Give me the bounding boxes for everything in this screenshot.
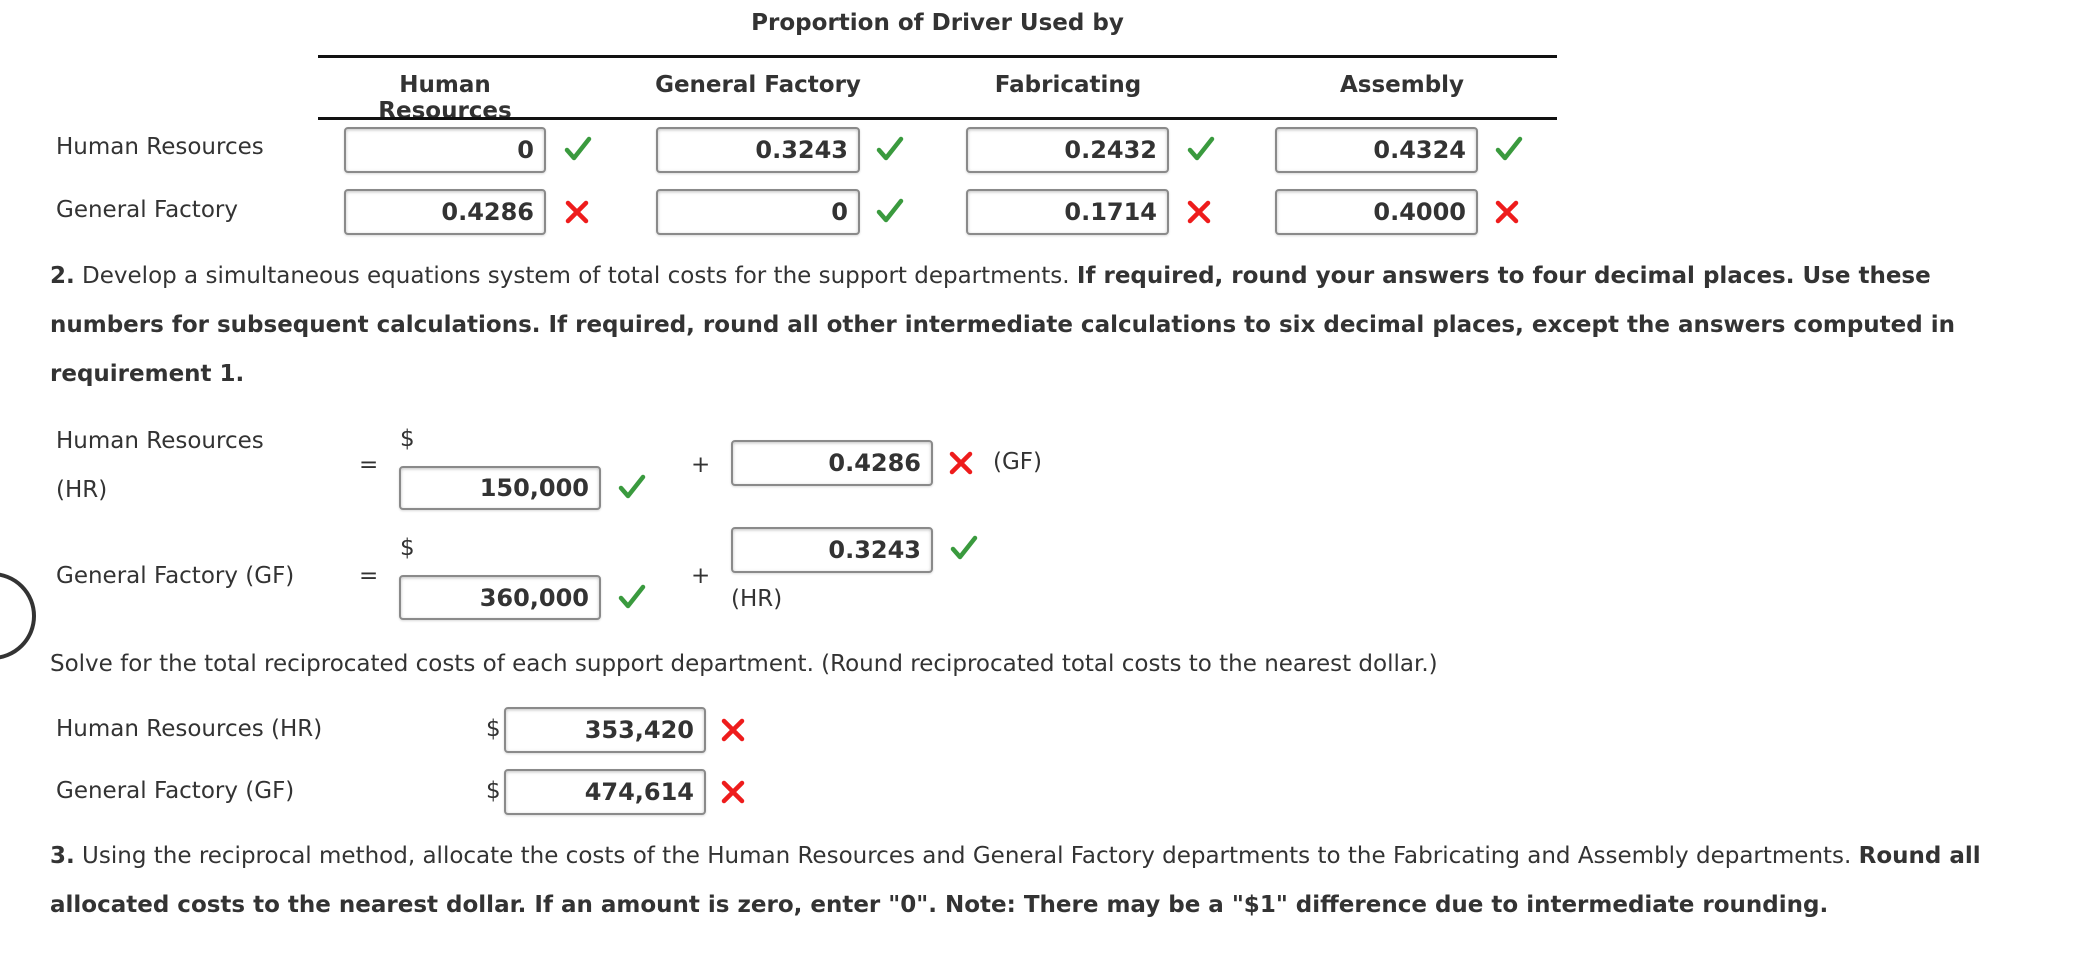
incorrect-x-icon (721, 718, 745, 742)
correct-check-icon (876, 136, 904, 161)
hr-to-fabricating-input[interactable]: 0.2432 (966, 127, 1169, 173)
incorrect-x-icon (565, 200, 589, 224)
variable-gf-label: (GF) (993, 449, 1042, 475)
gf-to-gf-input[interactable]: 0 (656, 189, 860, 235)
hr-direct-cost-input[interactable]: 150,000 (399, 466, 601, 510)
circle-marker (0, 572, 36, 660)
incorrect-x-icon (1495, 200, 1519, 224)
variable-hr-label: (HR) (731, 586, 783, 612)
equals-sign: = (359, 563, 379, 589)
hr-to-gf-input[interactable]: 0.3243 (656, 127, 860, 173)
gf-hr-coefficient-input[interactable]: 0.3243 (731, 527, 933, 573)
equation-hr-label-line1: Human Resources (56, 428, 264, 454)
gf-to-fabricating-input[interactable]: 0.1714 (966, 189, 1169, 235)
hr-reciprocated-cost-input[interactable]: 353,420 (504, 707, 706, 753)
correct-check-icon (1495, 136, 1523, 161)
correct-check-icon (618, 474, 646, 499)
section-3-number: 3. (50, 843, 75, 869)
currency-symbol: $ (486, 716, 501, 742)
plus-sign: + (691, 563, 711, 589)
currency-symbol: $ (400, 426, 415, 452)
row-label-general-factory: General Factory (56, 197, 238, 223)
equals-sign: = (359, 452, 379, 478)
section-3-text: Using the reciprocal method, allocate th… (74, 843, 1859, 869)
column-header-fabricating: Fabricating (994, 72, 1142, 98)
section-2-instructions: 2. Develop a simultaneous equations syst… (50, 252, 2080, 399)
table-top-rule (318, 55, 1557, 58)
plus-sign: + (691, 452, 711, 478)
solution-gf-label: General Factory (GF) (56, 778, 295, 804)
solve-instructions: Solve for the total reciprocated costs o… (50, 651, 1438, 677)
gf-to-hr-input[interactable]: 0.4286 (344, 189, 546, 235)
incorrect-x-icon (721, 780, 745, 804)
currency-symbol: $ (486, 778, 501, 804)
correct-check-icon (618, 584, 646, 609)
gf-direct-cost-input[interactable]: 360,000 (399, 575, 601, 620)
equation-hr-label-line2: (HR) (56, 477, 108, 503)
hr-to-hr-input[interactable]: 0 (344, 127, 546, 173)
hr-to-assembly-input[interactable]: 0.4324 (1275, 127, 1478, 173)
incorrect-x-icon (1187, 200, 1211, 224)
section-3-bold-1: Round all (1858, 843, 1981, 869)
column-header-assembly: Assembly (1339, 72, 1465, 98)
section-3-bold-2: allocated costs to the nearest dollar. I… (50, 892, 1829, 918)
table-title: Proportion of Driver Used by (751, 10, 1124, 36)
correct-check-icon (1187, 136, 1215, 161)
hr-gf-coefficient-input[interactable]: 0.4286 (731, 440, 933, 486)
correct-check-icon (564, 136, 592, 161)
correct-check-icon (876, 198, 904, 223)
section-2-bold-3: requirement 1. (50, 361, 245, 387)
section-3-instructions: 3. Using the reciprocal method, allocate… (50, 832, 2080, 930)
currency-symbol: $ (400, 535, 415, 561)
correct-check-icon (950, 535, 978, 560)
gf-reciprocated-cost-input[interactable]: 474,614 (504, 769, 706, 815)
section-2-bold-2: numbers for subsequent calculations. If … (50, 312, 1955, 338)
gf-to-assembly-input[interactable]: 0.4000 (1275, 189, 1478, 235)
section-2-text: Develop a simultaneous equations system … (74, 263, 1077, 289)
row-label-human-resources: Human Resources (56, 134, 264, 160)
solution-hr-label: Human Resources (HR) (56, 716, 323, 742)
section-2-number: 2. (50, 263, 75, 289)
section-2-bold-1: If required, round your answers to four … (1076, 263, 1931, 289)
equation-gf-label: General Factory (GF) (56, 563, 295, 589)
incorrect-x-icon (949, 451, 973, 475)
column-header-general-factory: General Factory (655, 72, 861, 98)
table-header-rule (318, 117, 1557, 120)
